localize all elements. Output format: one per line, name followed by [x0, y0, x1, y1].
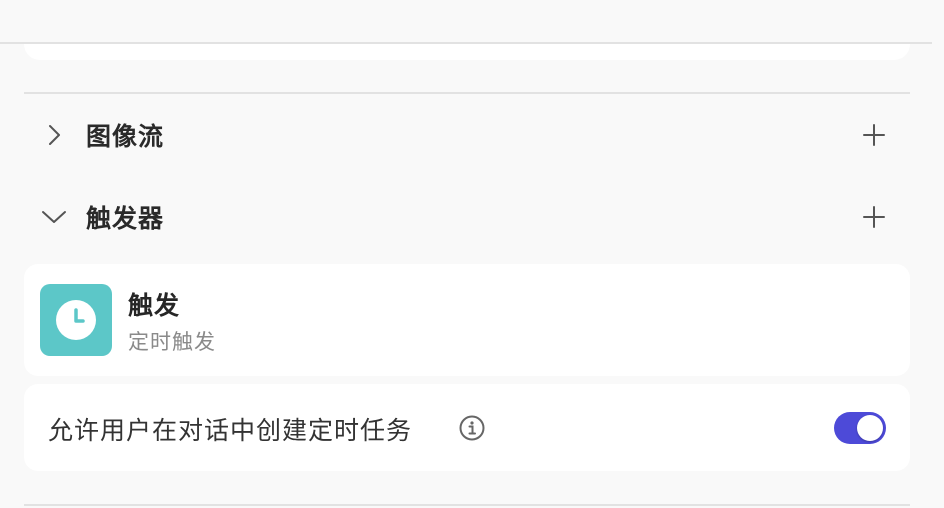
- chevron-down-icon[interactable]: [36, 199, 72, 235]
- trigger-name: 触发: [128, 291, 181, 320]
- info-icon[interactable]: [458, 414, 486, 442]
- plus-icon: [863, 124, 885, 146]
- chevron-right-icon[interactable]: [36, 117, 72, 153]
- settings-panel: 图像流 触发器 触发 定时触发 允许用户在对话中创建定时任务: [0, 0, 944, 508]
- section-divider: [24, 92, 910, 94]
- trigger-icon-tile: [40, 284, 112, 356]
- section-title-image-flow: 图像流: [86, 122, 165, 151]
- plus-icon: [863, 206, 885, 228]
- trigger-item-card[interactable]: 触发 定时触发: [24, 264, 910, 376]
- trigger-description: 定时触发: [128, 330, 216, 354]
- toggle-knob: [857, 415, 883, 441]
- clock-icon: [56, 300, 96, 340]
- section-image-flow[interactable]: 图像流: [24, 110, 910, 160]
- setting-label: 允许用户在对话中创建定时任务: [48, 416, 413, 445]
- add-trigger-button[interactable]: [860, 203, 888, 231]
- section-title-triggers: 触发器: [86, 204, 165, 233]
- add-image-flow-button[interactable]: [860, 121, 888, 149]
- scheduled-task-setting-card: 允许用户在对话中创建定时任务: [24, 384, 910, 471]
- section-divider-bottom: [24, 504, 910, 506]
- section-triggers[interactable]: 触发器: [24, 192, 910, 242]
- header-divider: [0, 42, 932, 44]
- scheduled-task-toggle[interactable]: [834, 412, 886, 444]
